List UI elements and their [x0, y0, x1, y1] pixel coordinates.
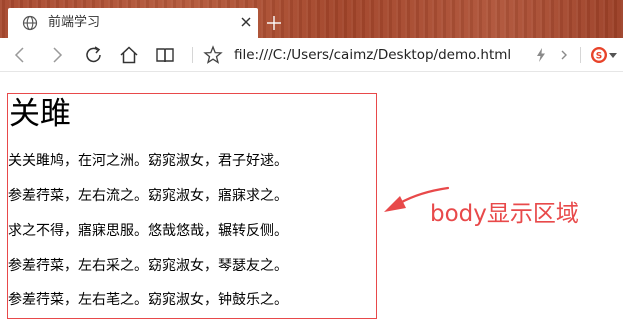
plus-icon[interactable]	[265, 14, 283, 32]
arrow-right-icon[interactable]	[46, 44, 68, 66]
svg-text:S: S	[596, 51, 602, 61]
toolbar-divider	[192, 47, 193, 63]
book-icon[interactable]	[154, 44, 176, 66]
home-icon[interactable]	[118, 44, 140, 66]
navigation-bar: file:///C:/Users/caimz/Desktop/demo.html…	[0, 38, 623, 72]
browser-window: 前端学习 file:///C:/Users/caimz/Desktop/demo…	[0, 0, 623, 335]
poem-line: 参差荇菜，左右流之。窈窕淑女，寤寐求之。	[8, 188, 288, 204]
close-icon[interactable]	[239, 15, 253, 29]
poem-line: 参差荇菜，左右芼之。窈窕淑女，钟鼓乐之。	[8, 292, 288, 308]
star-icon[interactable]	[202, 44, 224, 66]
page-content: 关雎 关关雎鸠，在河之洲。窈窕淑女，君子好逑。 参差荇菜，左右流之。窈窕淑女，寤…	[0, 72, 623, 335]
page-title: 关雎	[9, 96, 71, 132]
chevron-right-icon[interactable]	[553, 44, 575, 66]
arrow-left-icon[interactable]	[9, 44, 31, 66]
poem-line: 关关雎鸠，在河之洲。窈窕淑女，君子好逑。	[8, 153, 288, 169]
address-bar[interactable]: file:///C:/Users/caimz/Desktop/demo.html	[234, 46, 511, 64]
lightning-icon[interactable]	[530, 44, 552, 66]
globe-icon	[22, 15, 38, 31]
annotation-label: body显示区域	[430, 201, 579, 227]
toolbar-divider	[580, 47, 581, 63]
poem-line: 参差荇菜，左右采之。窈窕淑女，琴瑟友之。	[8, 258, 288, 274]
browser-tab[interactable]: 前端学习	[8, 8, 258, 38]
title-bar: 前端学习	[0, 0, 623, 38]
refresh-icon[interactable]	[83, 44, 105, 66]
chevron-down-icon[interactable]	[609, 53, 617, 58]
tab-title: 前端学习	[48, 15, 101, 30]
poem-line: 求之不得，寤寐思服。悠哉悠哉，辗转反侧。	[8, 223, 288, 239]
sogou-icon[interactable]: S	[590, 46, 608, 64]
